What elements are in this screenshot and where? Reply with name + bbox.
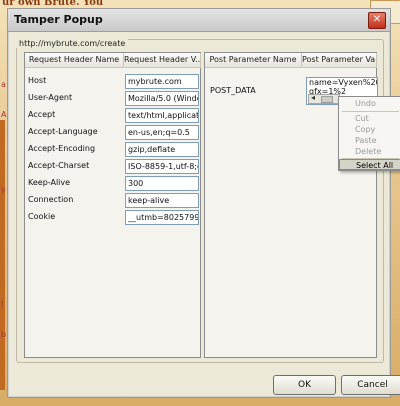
- menu-item-cut[interactable]: Cut: [339, 113, 400, 124]
- header-name-host: Host: [28, 76, 47, 85]
- tamper-popup-window: Tamper Popup ✕ http://mybrute.com/create…: [7, 8, 400, 398]
- request-url: http://mybrute.com/create: [16, 39, 129, 48]
- close-icon: ✕: [372, 14, 382, 25]
- header-name-accept: Accept: [28, 110, 56, 119]
- column-header-value[interactable]: Request Header V...: [124, 53, 201, 68]
- header-value-connection[interactable]: keep-alive: [125, 193, 199, 208]
- background-mark: I: [1, 300, 4, 309]
- menu-separator: [342, 111, 399, 112]
- header-value-user-agent[interactable]: Mozilla/5.0 (Window: [125, 91, 199, 106]
- header-name-accept-charset: Accept-Charset: [28, 161, 90, 170]
- close-button[interactable]: ✕: [368, 12, 386, 29]
- header-value-accept-language[interactable]: en-us,en;q=0.5: [125, 125, 199, 140]
- header-name-connection: Connection: [28, 195, 74, 204]
- post-param-name: POST_DATA: [210, 86, 256, 95]
- header-value-accept-charset[interactable]: ISO-8859-1,utf-8;q: [125, 159, 199, 174]
- horizontal-scrollbar[interactable]: ◂: [308, 93, 340, 104]
- background-mark: a: [1, 80, 6, 89]
- header-value-accept-encoding[interactable]: gzip,deflate: [125, 142, 199, 157]
- header-name-user-agent: User-Agent: [28, 93, 73, 102]
- header-name-keep-alive: Keep-Alive: [28, 178, 71, 187]
- menu-item-paste[interactable]: Paste: [339, 135, 400, 146]
- background-mark: b: [1, 330, 7, 339]
- header-value-accept[interactable]: text/html,application: [125, 108, 199, 123]
- column-header-post-value[interactable]: Post Parameter Va...: [302, 53, 377, 68]
- scroll-thumb[interactable]: [321, 96, 333, 103]
- background-mark: A: [1, 110, 7, 119]
- column-header-name[interactable]: Request Header Name: [25, 53, 124, 68]
- background-stripe: [0, 120, 5, 390]
- ok-button[interactable]: OK: [273, 375, 336, 395]
- header-value-keep-alive[interactable]: 300: [125, 176, 199, 191]
- menu-item-select-all[interactable]: Select All: [339, 159, 400, 170]
- request-headers-table: Request Header Name Request Header V... …: [24, 52, 201, 358]
- title-bar[interactable]: Tamper Popup ✕: [8, 9, 390, 32]
- header-name-accept-encoding: Accept-Encoding: [28, 144, 96, 153]
- post-param-value-line1: name=Vyxen%20%: [309, 78, 377, 87]
- window-title: Tamper Popup: [14, 13, 103, 26]
- cancel-button[interactable]: Cancel: [341, 375, 400, 395]
- menu-item-undo[interactable]: Undo: [339, 98, 400, 109]
- header-value-cookie[interactable]: __utmb=80257992.: [125, 210, 199, 225]
- background-page-text: ur own Brute. You: [2, 0, 104, 8]
- menu-item-copy[interactable]: Copy: [339, 124, 400, 135]
- header-value-host[interactable]: mybrute.com: [125, 74, 199, 89]
- menu-item-delete[interactable]: Delete: [339, 146, 400, 157]
- background-mark: y: [1, 185, 6, 194]
- header-name-accept-language: Accept-Language: [28, 127, 98, 136]
- column-header-post-name[interactable]: Post Parameter Name: [205, 53, 302, 68]
- context-menu: Undo Cut Copy Paste Delete Select All: [338, 96, 400, 171]
- scroll-left-icon[interactable]: ◂: [311, 93, 315, 102]
- header-name-cookie: Cookie: [28, 212, 56, 221]
